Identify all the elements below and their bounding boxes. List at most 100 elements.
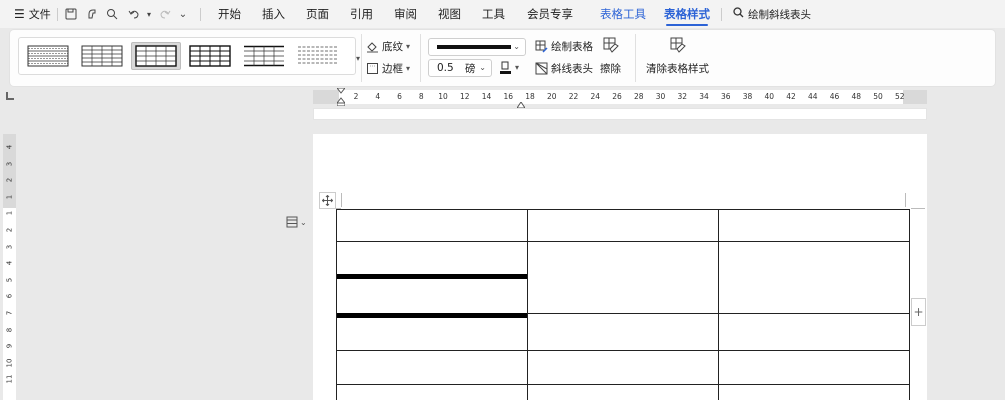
divider (57, 8, 58, 21)
ruler-tick-label: 10 (5, 358, 14, 368)
ruler-tick-label: 52 (894, 92, 905, 101)
indent-marker[interactable] (335, 87, 347, 107)
table-style-thumb[interactable] (185, 42, 235, 70)
table-cell[interactable] (336, 350, 528, 385)
undo-dropdown-icon[interactable]: ▾ (142, 7, 156, 21)
ruler-tick-label: 2 (5, 227, 14, 233)
divider (721, 8, 722, 21)
tab-member[interactable]: 会员专享 (527, 0, 573, 28)
tab-stop-selector[interactable] (6, 92, 14, 100)
file-menu[interactable]: ☰ 文件 (8, 0, 57, 28)
diagonal-header-button[interactable]: 斜线表头 (535, 61, 593, 76)
undo-icon[interactable] (127, 7, 141, 21)
horizontal-ruler[interactable]: 2 4 6 8 10 12 14 16 18 20 22 24 26 28 30 32 34 36 38 40 42 44… (313, 87, 927, 109)
shading-button[interactable]: 底纹 ▾ (366, 39, 410, 54)
table-cell[interactable] (718, 350, 910, 385)
table-style-thumb[interactable] (23, 42, 73, 70)
table-style-thumb-selected[interactable] (131, 42, 181, 70)
chevron-down-icon: ⌄ (513, 42, 520, 51)
table-cell[interactable] (336, 384, 528, 400)
crop-mark (911, 208, 925, 209)
redo-icon[interactable] (158, 7, 172, 21)
clear-style-label: 清除表格样式 (646, 63, 709, 75)
table-cell[interactable] (527, 241, 719, 314)
table-cell[interactable] (527, 313, 719, 351)
table-cell[interactable] (527, 350, 719, 385)
thick-border-line (337, 313, 527, 318)
shading-label: 底纹 (382, 41, 403, 53)
erase-button[interactable]: 擦除 (600, 36, 621, 76)
clear-table-style-button[interactable]: 清除表格样式 (646, 36, 709, 76)
table-quick-menu[interactable]: ⌄ (286, 216, 307, 228)
thick-border-line (337, 274, 527, 279)
table-cell[interactable] (718, 241, 910, 314)
search-box[interactable]: 绘制斜线表头 (733, 0, 811, 28)
line-width-unit: 磅 (465, 62, 476, 75)
table-cell[interactable] (718, 384, 910, 400)
ruler-tick-label: 42 (786, 92, 796, 101)
ruler-tick-label: 6 (5, 294, 14, 299)
table-style-thumb[interactable] (239, 42, 289, 70)
add-column-button[interactable]: + (911, 298, 926, 326)
previous-page-bottom (313, 108, 927, 120)
table-style-thumb[interactable] (77, 42, 127, 70)
line-color-button[interactable]: ▾ (499, 61, 519, 74)
crop-mark (905, 193, 906, 207)
ribbon: ▾ 底纹 ▾ 边框 ▾ ⌄ 0.5 磅 ⌄ ▾ 绘制表格 斜线表头 擦除 清除表… (10, 30, 995, 86)
save-icon[interactable] (64, 7, 78, 21)
tab-table-style[interactable]: 表格样式 (664, 0, 710, 28)
ruler-tick-label: 26 (612, 92, 622, 101)
tab-home[interactable]: 开始 (218, 0, 241, 28)
draw-table-button[interactable]: 绘制表格 (535, 39, 593, 54)
document-table[interactable] (336, 209, 910, 400)
hamburger-icon: ☰ (14, 7, 25, 21)
tab-table-tools[interactable]: 表格工具 (600, 0, 646, 28)
ruler-tick-label: 7 (5, 310, 14, 316)
ruler-tick-label: 28 (633, 92, 644, 101)
gallery-expand-icon[interactable]: ▾ (356, 54, 360, 63)
table-style-thumb[interactable] (293, 42, 343, 70)
more-quick-actions-icon[interactable]: ⌄ (176, 7, 190, 21)
print-preview-icon[interactable] (105, 7, 119, 21)
table-icon (286, 216, 298, 228)
plus-icon: + (913, 305, 924, 319)
pen-color-icon (499, 61, 512, 74)
column-marker[interactable] (516, 98, 526, 109)
ruler-tick-label: 24 (590, 92, 601, 101)
table-cell[interactable] (718, 313, 910, 351)
tab-review[interactable]: 审阅 (394, 0, 417, 28)
diagonal-header-label: 斜线表头 (551, 63, 593, 75)
vertical-ruler[interactable]: 4 3 2 1 1 2 3 4 5 6 7 8 9 10 11 (3, 134, 16, 400)
table-cell[interactable] (527, 209, 719, 242)
line-style-select[interactable]: ⌄ (428, 38, 526, 56)
tab-insert[interactable]: 插入 (262, 0, 285, 28)
border-button[interactable]: 边框 ▾ (366, 61, 410, 76)
table-cell[interactable] (336, 209, 528, 242)
chevron-down-icon: ▾ (515, 63, 520, 72)
draw-table-label: 绘制表格 (551, 41, 593, 53)
table-cell[interactable] (336, 276, 528, 314)
table-cell[interactable] (336, 241, 528, 277)
ruler-tick-label: 38 (742, 92, 753, 101)
ruler-tick-label: 4 (5, 144, 14, 150)
table-cell[interactable] (336, 313, 528, 351)
divider (635, 34, 636, 82)
format-painter-icon[interactable] (85, 7, 99, 21)
table-move-handle[interactable] (319, 192, 336, 209)
line-width-select[interactable]: 0.5 磅 ⌄ (428, 59, 492, 77)
table-cell[interactable] (527, 384, 719, 400)
table-row (336, 209, 910, 242)
tab-page[interactable]: 页面 (306, 0, 329, 28)
ruler-tick-label: 11 (5, 374, 14, 384)
tab-tools[interactable]: 工具 (482, 0, 505, 28)
paint-bucket-icon (366, 40, 379, 53)
search-label: 绘制斜线表头 (748, 8, 811, 21)
chevron-down-icon: ▾ (406, 64, 411, 73)
crop-mark (341, 193, 342, 207)
tab-view[interactable]: 视图 (438, 0, 461, 28)
ruler-tick-label: 14 (481, 92, 492, 101)
clear-style-icon (669, 36, 687, 57)
ruler-tick-label: 32 (677, 92, 688, 101)
tab-references[interactable]: 引用 (350, 0, 373, 28)
table-cell[interactable] (718, 209, 910, 242)
